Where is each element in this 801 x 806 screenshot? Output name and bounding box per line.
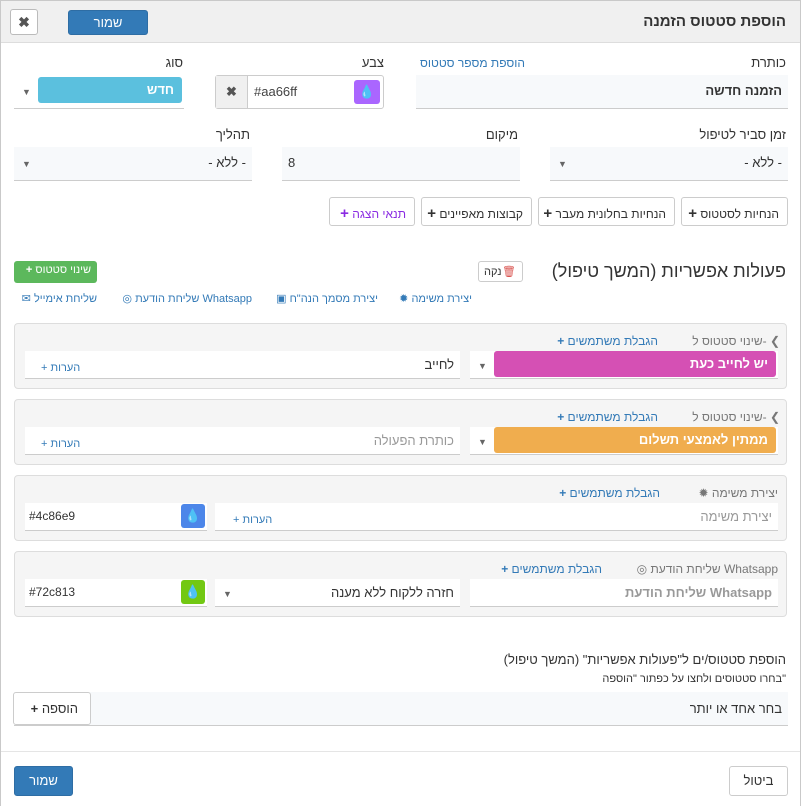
chevron-down-icon: ▼ xyxy=(22,87,31,97)
plus-icon: + xyxy=(340,205,349,222)
add-notes-link[interactable]: + הערות xyxy=(41,438,80,450)
actions-section-title: פעולות אפשריות (המשך טיפול) xyxy=(551,261,786,281)
save-button-top[interactable]: שמור xyxy=(68,10,148,35)
chevron-down-icon: ▼ xyxy=(223,589,232,599)
process-select[interactable]: ▼ - ללא - xyxy=(14,147,252,181)
user-limit-link[interactable]: + הגבלת משתמשים xyxy=(559,486,660,500)
process-value: - ללא - xyxy=(208,155,246,170)
user-limit-link[interactable]: + הגבלת משתמשים xyxy=(557,334,658,348)
handling-time-select[interactable]: ▼ - ללא - xyxy=(550,147,788,181)
user-limit-link[interactable]: + הגבלת משתמשים xyxy=(557,410,658,424)
action-card: שינוי סטטוס ל- ❮ + הגבלת משתמשים ▼ יש לח… xyxy=(14,323,787,389)
process-label: תהליך xyxy=(215,127,250,142)
chevron-down-icon: ▼ xyxy=(22,159,31,169)
droplet-icon[interactable]: 💧 xyxy=(354,80,380,104)
whatsapp-color-input[interactable]: #72c813 💧 xyxy=(25,579,207,607)
add-button[interactable]: + הוספה xyxy=(13,692,91,725)
clear-color-icon[interactable]: ✖ xyxy=(216,76,248,108)
action-card: ◎ שליחת הודעת Whatsapp + הגבלת משתמשים ש… xyxy=(14,551,787,617)
send-email-link[interactable]: ✉ שליחת אימייל xyxy=(22,292,97,305)
status-pill: ממתין לאמצעי תשלום xyxy=(494,427,776,453)
title-input-value: הזמנה חדשה xyxy=(705,83,782,98)
statuses-multiselect[interactable]: בחר אחד או יותר xyxy=(14,692,788,726)
chevron-left-icon: ❮ xyxy=(769,410,780,424)
status-select[interactable]: ▼ ממתין לאמצעי תשלום xyxy=(470,427,778,455)
save-button[interactable]: שמור xyxy=(14,766,73,796)
create-task-link[interactable]: ✹ יצירת משימה xyxy=(399,292,472,305)
chevron-down-icon: ▼ xyxy=(478,361,487,371)
dialog-title: הוספת סטטוס הזמנה xyxy=(643,13,786,30)
add-statuses-hint: בחרו סטטוסים ולחצו על כפתור "הוספה" xyxy=(602,673,786,685)
add-status-number-link[interactable]: הוספת מספר סטטוס xyxy=(420,56,525,70)
add-notes-link[interactable]: + הערות xyxy=(41,362,80,374)
transition-instructions-button[interactable]: + הנחיות בחלונית מעבר xyxy=(538,197,675,226)
color-picker[interactable]: ✖ #aa66ff 💧 xyxy=(215,75,384,109)
change-status-button[interactable]: + שינוי סטטוס xyxy=(14,261,97,283)
action-card: ✹ יצירת משימה + הגבלת משתמשים יצירת משימ… xyxy=(14,475,787,541)
type-label: סוג xyxy=(165,55,183,70)
chevron-left-icon: ❮ xyxy=(769,334,780,348)
card-type-label: שינוי סטטוס ל- ❮ xyxy=(692,410,780,424)
card-type-label: ✹ יצירת משימה xyxy=(698,486,778,500)
trash-icon: 🗑 xyxy=(502,266,516,278)
droplet-icon[interactable]: 💧 xyxy=(181,504,205,528)
card-type-label: שינוי סטטוס ל- ❮ xyxy=(692,334,780,348)
plus-icon: + xyxy=(30,701,39,716)
color-value: #aa66ff xyxy=(254,84,298,99)
dialog-header: הוספת סטטוס הזמנה ✖ שמור xyxy=(1,1,800,43)
money-icon: ▣ xyxy=(276,293,287,305)
chevron-down-icon: ▼ xyxy=(558,159,567,169)
type-select[interactable]: ▼ חדש xyxy=(14,75,184,109)
status-pill: יש לחייב כעת xyxy=(494,351,776,377)
color-label: צבע xyxy=(361,55,384,70)
plus-icon: + xyxy=(25,264,33,276)
type-pill: חדש xyxy=(38,77,182,103)
status-select[interactable]: ▼ יש לחייב כעת xyxy=(470,351,778,379)
title-input[interactable]: הזמנה חדשה xyxy=(416,75,788,109)
handling-time-label: זמן סביר לטיפול xyxy=(699,127,786,142)
location-label: מיקום xyxy=(485,127,518,142)
envelope-icon: ✉ xyxy=(21,293,31,305)
send-whatsapp-link[interactable]: ◎ שליחת הודעת Whatsapp xyxy=(122,292,252,305)
gear-icon: ✹ xyxy=(698,486,709,500)
location-input[interactable]: 8 xyxy=(282,147,520,181)
close-icon[interactable]: ✖ xyxy=(10,9,38,35)
droplet-icon[interactable]: 💧 xyxy=(181,580,205,604)
dialog-footer: ביטול שמור xyxy=(1,751,800,806)
attribute-groups-button[interactable]: + קבוצות מאפיינים xyxy=(421,197,532,226)
title-label: כותרת xyxy=(751,55,786,70)
clear-button[interactable]: 🗑 נקה xyxy=(478,261,523,282)
plus-icon: + xyxy=(688,205,697,222)
card-type-label: ◎ שליחת הודעת Whatsapp xyxy=(636,562,778,576)
add-statuses-heading: הוספת סטטוס/ים ל"פעולות אפשריות" (המשך ט… xyxy=(503,652,786,667)
gear-icon: ✹ xyxy=(399,293,409,305)
whatsapp-template-select[interactable]: ▼ חזרה ללקוח ללא מענה xyxy=(215,579,460,607)
task-title-input[interactable]: יצירת משימה + הערות xyxy=(215,503,778,531)
location-value: 8 xyxy=(288,155,296,170)
add-notes-link[interactable]: + הערות xyxy=(233,514,272,526)
task-color-input[interactable]: #4c86e9 💧 xyxy=(25,503,207,531)
plus-icon: + xyxy=(543,205,553,222)
action-title-input[interactable]: לחייב + הערות xyxy=(25,351,460,379)
user-limit-link[interactable]: + הגבלת משתמשים xyxy=(501,562,602,576)
chevron-down-icon: ▼ xyxy=(478,437,487,447)
display-conditions-button[interactable]: + תנאי הצגה xyxy=(329,197,415,226)
whatsapp-icon: ◎ xyxy=(636,562,648,576)
add-order-status-dialog: הוספת סטטוס הזמנה ✖ שמור כותרת הוספת מספ… xyxy=(0,0,801,806)
action-title-input[interactable]: כותרת הפעולה + הערות xyxy=(25,427,460,455)
status-instructions-button[interactable]: + הנחיות לסטטוס xyxy=(681,197,788,226)
cancel-button[interactable]: ביטול xyxy=(729,766,788,796)
whatsapp-icon: ◎ xyxy=(122,293,133,305)
whatsapp-message-input[interactable]: שליחת הודעת Whatsapp xyxy=(470,579,778,607)
plus-icon: + xyxy=(427,205,436,222)
handling-time-value: - ללא - xyxy=(744,155,782,170)
action-card: שינוי סטטוס ל- ❮ + הגבלת משתמשים ▼ ממתין… xyxy=(14,399,787,465)
create-accounting-doc-link[interactable]: ▣ יצירת מסמך הנה"ח xyxy=(276,292,378,305)
